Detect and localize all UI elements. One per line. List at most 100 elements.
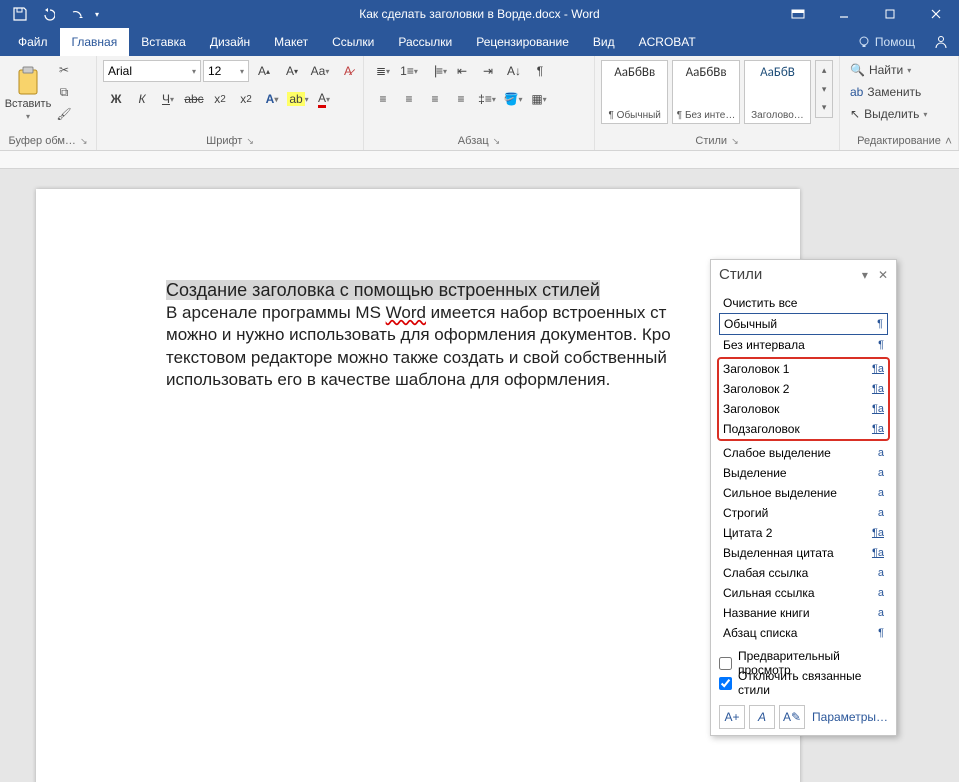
pane-close-icon[interactable]: ✕ bbox=[878, 268, 888, 282]
new-style-button[interactable]: A+ bbox=[719, 705, 745, 729]
qat-customize[interactable]: ▾ bbox=[90, 0, 104, 28]
group-font: Arial▾ 12▾ A▴ A▾ Aa▾ A̷ Ж К Ч▾ abc x2 x2… bbox=[97, 56, 364, 150]
underline-button[interactable]: Ч▾ bbox=[155, 88, 181, 110]
numbering-button[interactable]: 1≡▾ bbox=[396, 60, 422, 82]
align-center-button[interactable]: ≡ bbox=[396, 88, 422, 110]
tab-insert[interactable]: Вставка bbox=[129, 28, 198, 56]
tab-review[interactable]: Рецензирование bbox=[464, 28, 581, 56]
superscript-button[interactable]: x2 bbox=[233, 88, 259, 110]
shading-button[interactable]: 🪣▾ bbox=[500, 88, 526, 110]
document-page[interactable]: Создание заголовка с помощью встроенных … bbox=[36, 189, 800, 782]
style-tile[interactable]: АаБбВ⁠Заголово… bbox=[744, 60, 811, 124]
italic-button[interactable]: К bbox=[129, 88, 155, 110]
style-tile[interactable]: АаБбВв¶ Обычный bbox=[601, 60, 668, 124]
find-button[interactable]: 🔍Найти▾ bbox=[846, 60, 931, 80]
select-button[interactable]: ↖Выделить▾ bbox=[846, 104, 931, 124]
change-case-button[interactable]: Aa▾ bbox=[307, 60, 333, 82]
tab-file[interactable]: Файл bbox=[6, 28, 60, 56]
launcher-icon[interactable]: ↘ bbox=[80, 136, 88, 147]
style-row[interactable]: Название книгиа bbox=[719, 603, 888, 623]
style-row[interactable]: Сильная ссылкаа bbox=[719, 583, 888, 603]
style-row[interactable]: Строгийа bbox=[719, 503, 888, 523]
sort-button[interactable]: A↓ bbox=[501, 60, 527, 82]
styles-down[interactable]: ▾ bbox=[816, 80, 832, 99]
multilevel-button[interactable]: ⎹≡▾ bbox=[422, 60, 449, 82]
style-row[interactable]: Выделениеа bbox=[719, 463, 888, 483]
manage-styles-button[interactable]: A✎ bbox=[779, 705, 805, 729]
style-row[interactable]: Заголовок 1¶а bbox=[719, 359, 888, 379]
maximize-button[interactable] bbox=[867, 0, 913, 28]
collapse-ribbon-button[interactable]: ˄ bbox=[945, 134, 952, 148]
replace-button[interactable]: abЗаменить bbox=[846, 82, 931, 102]
style-row[interactable]: Подзаголовок¶а bbox=[719, 419, 888, 439]
styles-task-pane: Стили ▾ ✕ Очистить всеОбычный¶Без интерв… bbox=[710, 259, 897, 736]
grow-font-button[interactable]: A▴ bbox=[251, 60, 277, 82]
tab-home[interactable]: Главная bbox=[60, 28, 130, 56]
tab-layout[interactable]: Макет bbox=[262, 28, 320, 56]
minimize-button[interactable] bbox=[821, 0, 867, 28]
font-color-button[interactable]: A▾ bbox=[311, 88, 337, 110]
strikethrough-button[interactable]: abc bbox=[181, 88, 207, 110]
close-button[interactable] bbox=[913, 0, 959, 28]
styles-up[interactable]: ▴ bbox=[816, 61, 832, 80]
ribbon-display-button[interactable] bbox=[775, 0, 821, 28]
copy-button[interactable]: ⧉ bbox=[54, 82, 74, 102]
window-controls bbox=[775, 0, 959, 28]
cut-button[interactable]: ✂ bbox=[54, 60, 74, 80]
style-row[interactable]: Заголовок¶а bbox=[719, 399, 888, 419]
align-left-button[interactable]: ≡ bbox=[370, 88, 396, 110]
subscript-button[interactable]: x2 bbox=[207, 88, 233, 110]
save-button[interactable] bbox=[6, 0, 34, 28]
style-row[interactable]: Слабая ссылкаа bbox=[719, 563, 888, 583]
increase-indent-button[interactable]: ⇥ bbox=[475, 60, 501, 82]
shrink-font-button[interactable]: A▾ bbox=[279, 60, 305, 82]
style-tile[interactable]: АаБбВв¶ Без инте… bbox=[672, 60, 739, 124]
launcher-icon[interactable]: ↘ bbox=[246, 136, 254, 147]
font-size-combo[interactable]: 12▾ bbox=[203, 60, 249, 82]
justify-button[interactable]: ≡ bbox=[448, 88, 474, 110]
ruler[interactable] bbox=[0, 151, 959, 169]
style-inspector-button[interactable]: A bbox=[749, 705, 775, 729]
clipboard-icon bbox=[15, 66, 41, 96]
text-effects-button[interactable]: A▾ bbox=[259, 88, 285, 110]
share-button[interactable] bbox=[923, 28, 959, 56]
parameters-link[interactable]: Параметры… bbox=[812, 710, 888, 724]
font-name-combo[interactable]: Arial▾ bbox=[103, 60, 201, 82]
line-spacing-button[interactable]: ‡≡▾ bbox=[474, 88, 500, 110]
styles-more[interactable]: ▾ bbox=[816, 98, 832, 117]
bullets-button[interactable]: ≣▾ bbox=[370, 60, 396, 82]
tab-view[interactable]: Вид bbox=[581, 28, 627, 56]
undo-button[interactable] bbox=[34, 0, 62, 28]
show-marks-button[interactable]: ¶ bbox=[527, 60, 553, 82]
group-label: Абзац bbox=[458, 135, 489, 147]
style-row[interactable]: Слабое выделениеа bbox=[719, 443, 888, 463]
highlight-button[interactable]: ab▾ bbox=[285, 88, 311, 110]
style-row[interactable]: Абзац списка¶ bbox=[719, 623, 888, 643]
tab-acrobat[interactable]: ACROBAT bbox=[627, 28, 708, 56]
clear-formatting-button[interactable]: A̷ bbox=[335, 60, 361, 82]
style-row[interactable]: Заголовок 2¶а bbox=[719, 379, 888, 399]
style-row[interactable]: Цитата 2¶а bbox=[719, 523, 888, 543]
disable-linked-checkbox[interactable]: Отключить связанные стили bbox=[719, 673, 888, 693]
style-row[interactable]: Выделенная цитата¶а bbox=[719, 543, 888, 563]
tab-mailings[interactable]: Рассылки bbox=[386, 28, 464, 56]
style-row[interactable]: Без интервала¶ bbox=[719, 335, 888, 355]
style-row[interactable]: Обычный¶ bbox=[719, 313, 888, 335]
tab-references[interactable]: Ссылки bbox=[320, 28, 386, 56]
launcher-icon[interactable]: ↘ bbox=[493, 136, 501, 147]
style-row[interactable]: Сильное выделениеа bbox=[719, 483, 888, 503]
format-painter-button[interactable]: 🖌 bbox=[54, 104, 74, 124]
ribbon-tabs: Файл Главная Вставка Дизайн Макет Ссылки… bbox=[0, 28, 959, 56]
styles-scroller: ▴ ▾ ▾ bbox=[815, 60, 833, 118]
launcher-icon[interactable]: ↘ bbox=[731, 136, 739, 147]
style-row[interactable]: Очистить все bbox=[719, 293, 888, 313]
redo-button[interactable] bbox=[62, 0, 90, 28]
tab-design[interactable]: Дизайн bbox=[198, 28, 262, 56]
borders-button[interactable]: ▦▾ bbox=[526, 88, 552, 110]
tell-me[interactable]: Помощ bbox=[857, 28, 923, 56]
paste-button[interactable]: Вставить ▾ bbox=[6, 60, 50, 126]
align-right-button[interactable]: ≡ bbox=[422, 88, 448, 110]
decrease-indent-button[interactable]: ⇤ bbox=[449, 60, 475, 82]
pane-menu-icon[interactable]: ▾ bbox=[862, 268, 868, 282]
bold-button[interactable]: Ж bbox=[103, 88, 129, 110]
